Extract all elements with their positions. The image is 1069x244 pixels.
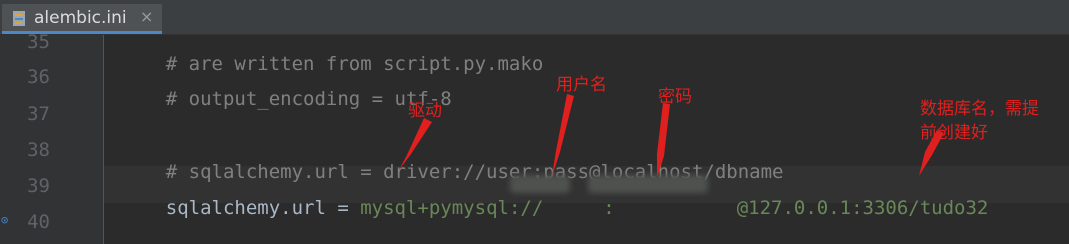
line-number: 35: [27, 31, 50, 53]
annotation-password: 密码: [658, 87, 692, 107]
annotation-database: 数据库名，需提 前创建好: [920, 99, 1039, 143]
annotation-username: 用户名: [556, 75, 607, 95]
setting-value-prefix: mysql+pymysql://: [360, 197, 544, 219]
editor-tab-bar: alembic.ini ×: [0, 0, 1069, 35]
gutter-marker-icon: ⊙: [1, 213, 9, 227]
line-number: 38: [27, 139, 50, 161]
code-line: # output_encoding = utf-8: [120, 66, 452, 132]
tab-label: alembic.ini: [34, 8, 127, 28]
line-number: 39: [27, 175, 50, 197]
annotation-driver: 驱动: [408, 101, 442, 121]
line-number: 40: [27, 211, 50, 233]
close-icon[interactable]: ×: [140, 7, 153, 26]
tab-alembic-ini[interactable]: alembic.ini ×: [2, 4, 162, 34]
line-number: 36: [27, 66, 50, 88]
redaction-blur-password: [588, 175, 708, 193]
line-number-gutter: 35 36 37 38 39 40 ⊙: [0, 31, 104, 244]
ini-file-icon: [13, 11, 25, 26]
redaction-blur-username: [510, 175, 570, 193]
line-number: 37: [27, 103, 50, 125]
setting-key: sqlalchemy.url =: [165, 197, 361, 219]
value-separator: :: [603, 197, 615, 219]
setting-value-suffix: @127.0.0.1:3306/tudo32: [736, 197, 989, 219]
